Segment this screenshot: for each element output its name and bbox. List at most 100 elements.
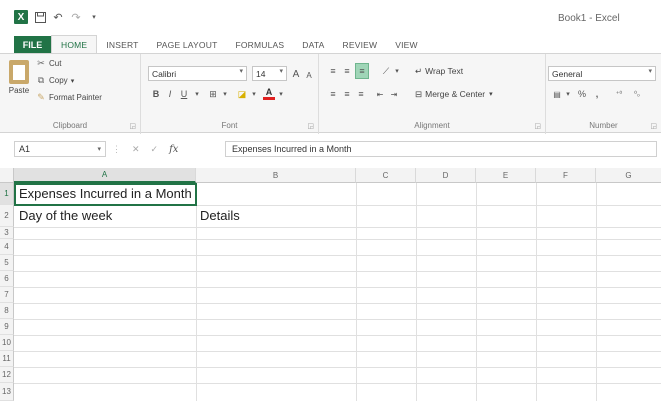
gridline — [14, 239, 661, 240]
italic-button[interactable]: I — [164, 87, 176, 101]
row-header-12[interactable]: 12 — [0, 367, 14, 383]
tab-formulas[interactable]: FORMULAS — [226, 36, 293, 54]
font-color-dropdown-icon[interactable]: ▾ — [277, 87, 285, 101]
column-header-d[interactable]: D — [416, 168, 476, 183]
gridline — [596, 183, 597, 401]
increase-indent-icon[interactable]: ⇥ — [387, 87, 401, 101]
borders-icon[interactable]: ⊞ — [207, 87, 219, 101]
increase-decimal-icon[interactable]: ⁺⁰ — [612, 87, 626, 101]
select-all-corner[interactable] — [0, 168, 14, 183]
row-header-11[interactable]: 11 — [0, 351, 14, 367]
cancel-icon[interactable]: ✕ — [132, 144, 140, 155]
row-header-8[interactable]: 8 — [0, 303, 14, 319]
row-header-9[interactable]: 9 — [0, 319, 14, 335]
orientation-icon[interactable]: ⟋ — [379, 64, 393, 78]
accounting-dropdown-icon[interactable]: ▾ — [564, 87, 572, 101]
percent-button[interactable]: % — [576, 87, 588, 101]
column-header-f[interactable]: F — [536, 168, 596, 183]
align-right-icon[interactable]: ≡ — [355, 87, 367, 101]
ribbon-tabs: FILE HOME INSERT PAGE LAYOUT FORMULAS DA… — [0, 34, 661, 54]
top-align-icon[interactable]: ≡ — [327, 64, 339, 78]
clipboard-launcher-icon[interactable]: ◲ — [129, 122, 136, 130]
font-name-value: Calibri — [152, 68, 177, 79]
format-painter-icon: ✎ — [37, 92, 45, 102]
name-box[interactable]: A1 ▾ — [14, 141, 106, 157]
font-name-dropdown[interactable]: Calibri ▾ — [148, 66, 247, 81]
column-header-g[interactable]: G — [596, 168, 661, 183]
bold-button[interactable]: B — [150, 87, 162, 101]
merge-center-button[interactable]: ⊟ Merge & Center ▾ — [415, 87, 493, 101]
cut-button[interactable]: ✂ Cut — [36, 58, 61, 69]
tab-insert[interactable]: INSERT — [97, 36, 147, 54]
customize-icon[interactable]: ▾ — [88, 11, 100, 23]
cell-a2[interactable]: Day of the week — [19, 206, 112, 226]
enter-icon[interactable]: ✓ — [151, 144, 159, 155]
comma-button[interactable]: , — [592, 87, 602, 101]
gridline — [14, 335, 661, 336]
row-header-3[interactable]: 3 — [0, 227, 14, 239]
font-launcher-icon[interactable]: ◲ — [307, 122, 314, 130]
tab-view[interactable]: VIEW — [386, 36, 427, 54]
middle-align-icon[interactable]: ≡ — [341, 64, 353, 78]
decrease-indent-icon[interactable]: ⇤ — [373, 87, 387, 101]
align-left-icon[interactable]: ≡ — [327, 87, 339, 101]
chevron-down-icon: ▾ — [648, 68, 652, 75]
gridline — [14, 227, 661, 228]
column-header-e[interactable]: E — [476, 168, 536, 183]
copy-dropdown-icon[interactable]: ▾ — [71, 77, 75, 85]
number-launcher-icon[interactable]: ◲ — [650, 122, 657, 130]
cell-b2[interactable]: Details — [200, 206, 240, 226]
selected-cell-border — [14, 183, 197, 206]
row-header-10[interactable]: 10 — [0, 335, 14, 351]
font-size-dropdown[interactable]: 14 ▾ — [252, 66, 287, 81]
row-header-1[interactable]: 1 — [0, 183, 14, 205]
row-header-5[interactable]: 5 — [0, 255, 14, 271]
bottom-align-icon[interactable]: ≡ — [355, 63, 369, 79]
fill-color-icon[interactable]: ◪ — [235, 87, 249, 101]
name-box-value: A1 — [19, 144, 31, 154]
decrease-decimal-icon[interactable]: ⁰₀ — [630, 87, 644, 101]
column-header-c[interactable]: C — [356, 168, 416, 183]
copy-button[interactable]: ⧉ Copy ▾ — [36, 75, 74, 86]
undo-icon[interactable]: ↶ — [52, 11, 64, 24]
row-header-4[interactable]: 4 — [0, 239, 14, 255]
format-painter-button[interactable]: ✎ Format Painter — [36, 92, 102, 103]
tab-data[interactable]: DATA — [293, 36, 333, 54]
save-icon[interactable] — [34, 11, 46, 23]
underline-button[interactable]: U — [178, 87, 190, 101]
fill-dropdown-icon[interactable]: ▾ — [250, 87, 258, 101]
number-format-dropdown[interactable]: General ▾ — [548, 66, 656, 81]
gridline — [476, 183, 477, 401]
tab-page-layout[interactable]: PAGE LAYOUT — [148, 36, 227, 54]
grow-font-button[interactable]: A — [290, 67, 302, 81]
accounting-format-icon[interactable]: ▤ — [550, 87, 564, 101]
formula-input[interactable]: Expenses Incurred in a Month — [225, 141, 657, 157]
underline-dropdown-icon[interactable]: ▾ — [193, 87, 201, 101]
chevron-down-icon: ▾ — [489, 91, 493, 98]
shrink-font-button[interactable]: A — [303, 68, 315, 82]
ribbon: Paste ✂ Cut ⧉ Copy ▾ ✎ Format Painter Cl… — [0, 53, 661, 134]
paste-button[interactable]: Paste — [6, 60, 32, 106]
wrap-text-button[interactable]: ↵ Wrap Text — [415, 64, 463, 78]
worksheet-grid: A B C D E F G 1 2 3 4 5 6 7 8 9 10 11 12… — [0, 168, 661, 401]
tab-home[interactable]: HOME — [51, 35, 98, 54]
gridline — [14, 383, 661, 384]
row-header-13[interactable]: 13 — [0, 383, 14, 401]
row-header-2[interactable]: 2 — [0, 205, 14, 227]
redo-icon[interactable]: ↷ — [70, 11, 82, 24]
column-header-a[interactable]: A — [14, 168, 196, 183]
row-header-7[interactable]: 7 — [0, 287, 14, 303]
font-group: Calibri ▾ 14 ▾ A A B I U ▾ ⊞ ▾ ◪ ▾ A ▾ F… — [141, 54, 319, 134]
insert-function-icon[interactable]: fx — [169, 144, 178, 155]
row-header-6[interactable]: 6 — [0, 271, 14, 287]
font-color-icon[interactable]: A — [263, 86, 275, 100]
column-header-b[interactable]: B — [196, 168, 356, 183]
align-center-icon[interactable]: ≡ — [341, 87, 353, 101]
tab-file[interactable]: FILE — [14, 36, 51, 54]
tab-review[interactable]: REVIEW — [334, 36, 387, 54]
alignment-launcher-icon[interactable]: ◲ — [534, 122, 541, 130]
gridline — [14, 351, 661, 352]
more-icon[interactable]: ⋮ — [112, 144, 121, 155]
borders-dropdown-icon[interactable]: ▾ — [221, 87, 229, 101]
orientation-dropdown-icon[interactable]: ▾ — [393, 64, 401, 78]
